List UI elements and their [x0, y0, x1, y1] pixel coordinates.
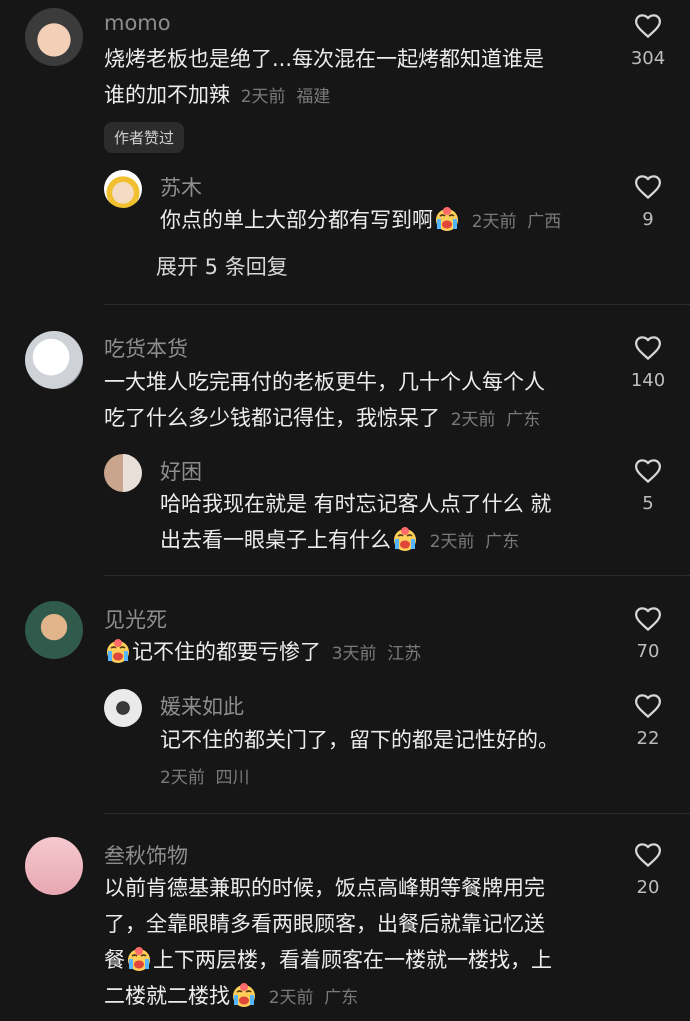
like-count: 20 — [636, 877, 660, 898]
like-count: 5 — [642, 493, 654, 514]
reply-time: 2天前 — [471, 212, 517, 232]
comment-text-line: 餐 — [104, 948, 125, 972]
heart-icon — [633, 456, 663, 486]
heart-icon — [633, 604, 663, 634]
like-button[interactable]: 140 — [618, 333, 678, 391]
avatar[interactable] — [25, 601, 83, 659]
like-button[interactable]: 5 — [618, 456, 678, 514]
comment-text[interactable]: 以前肯德基兼职的时候，饭点高峰期等餐牌用完 了，全靠眼睛多看两眼顾客，出餐后就靠… — [104, 870, 552, 1016]
avatar[interactable] — [25, 331, 83, 389]
comment-region: 广东 — [324, 988, 359, 1008]
avatar[interactable] — [25, 8, 83, 66]
reply-meta: 2天前 四川 — [160, 758, 250, 796]
like-count: 22 — [636, 728, 660, 749]
like-count: 140 — [630, 370, 666, 391]
comment-username[interactable]: 见光死 — [104, 604, 167, 634]
comment-text-line: 烧烤老板也是绝了...每次混在一起烤都知道谁是 — [104, 47, 545, 71]
comment-username[interactable]: 叁秋饰物 — [104, 840, 188, 870]
comment-text-line: 以前肯德基兼职的时候，饭点高峰期等餐牌用完 — [104, 876, 545, 900]
like-count: 9 — [642, 209, 654, 230]
comment-text[interactable]: 记不住的都要亏惨了 3天前 江苏 — [104, 634, 421, 672]
comment-text-line: 二楼就二楼找 — [104, 984, 230, 1008]
reply-text[interactable]: 记不住的都关门了，留下的都是记性好的。 — [160, 722, 559, 758]
comment-text[interactable]: 一大堆人吃完再付的老板更牛，几十个人每个人 吃了什么多少钱都记得住，我惊呆了 2… — [104, 364, 545, 438]
comment-text-line: 一大堆人吃完再付的老板更牛，几十个人每个人 — [104, 370, 545, 394]
like-button[interactable]: 304 — [618, 11, 678, 69]
like-button[interactable]: 70 — [618, 604, 678, 662]
avatar[interactable] — [25, 837, 83, 895]
reply-username[interactable]: 好困 — [160, 456, 202, 486]
reply-text-line: 你点的单上大部分都有写到啊 — [160, 208, 433, 232]
crying-emoji-icon — [105, 638, 131, 664]
divider — [104, 304, 690, 305]
reply-time: 2天前 — [429, 532, 475, 552]
comment-text[interactable]: 烧烤老板也是绝了...每次混在一起烤都知道谁是 谁的加不加辣 2天前 福建 — [104, 41, 544, 115]
comment-text-line: 了，全靠眼睛多看两眼顾客，出餐后就靠记忆送 — [104, 912, 545, 936]
like-count: 70 — [636, 641, 660, 662]
author-liked-badge: 作者赞过 — [104, 122, 185, 153]
reply-region: 广西 — [527, 212, 562, 232]
comment-time: 2天前 — [268, 988, 314, 1008]
like-button[interactable]: 22 — [618, 691, 678, 749]
like-count: 304 — [630, 48, 666, 69]
divider — [104, 575, 690, 576]
reply-username[interactable]: 苏木 — [160, 172, 202, 202]
reply-text[interactable]: 哈哈我现在就是 有时忘记客人点了什么 就 出去看一眼桌子上有什么 2天前 广东 — [160, 486, 551, 560]
avatar[interactable] — [104, 454, 142, 492]
heart-icon — [633, 840, 663, 870]
expand-replies-link[interactable]: 展开 5 条回复 — [156, 251, 288, 281]
reply-text-line: 哈哈我现在就是 有时忘记客人点了什么 就 — [160, 492, 552, 516]
crying-emoji-icon — [392, 526, 418, 552]
crying-emoji-icon — [231, 982, 257, 1008]
comment-username[interactable]: 吃货本货 — [104, 333, 188, 363]
like-button[interactable]: 9 — [618, 172, 678, 230]
heart-icon — [633, 333, 663, 363]
reply-text-line: 出去看一眼桌子上有什么 — [160, 528, 391, 552]
heart-icon — [633, 11, 663, 41]
comment-text-line: 记不住的都要亏惨了 — [132, 640, 321, 664]
comment-time: 2天前 — [240, 87, 286, 107]
reply-region: 广东 — [485, 532, 520, 552]
comment-region: 福建 — [296, 87, 331, 107]
comment-region: 广东 — [506, 410, 541, 430]
reply-text-line: 记不住的都关门了，留下的都是记性好的。 — [160, 728, 559, 752]
like-button[interactable]: 20 — [618, 840, 678, 898]
heart-icon — [633, 691, 663, 721]
crying-emoji-icon — [434, 206, 460, 232]
divider — [104, 813, 690, 814]
avatar[interactable] — [104, 170, 142, 208]
reply-region: 四川 — [215, 768, 250, 788]
avatar[interactable] — [104, 689, 142, 727]
comment-time: 3天前 — [331, 644, 377, 664]
comment-text-line: 谁的加不加辣 — [104, 83, 230, 107]
comment-username[interactable]: momo — [104, 11, 171, 35]
comment-region: 江苏 — [387, 644, 422, 664]
comment-time: 2天前 — [450, 410, 496, 430]
reply-username[interactable]: 媛来如此 — [160, 691, 244, 721]
comment-text-line: 吃了什么多少钱都记得住，我惊呆了 — [104, 406, 440, 430]
heart-icon — [633, 172, 663, 202]
reply-time: 2天前 — [160, 768, 205, 788]
comment-text-line: 上下两层楼，看着顾客在一楼就一楼找，上 — [153, 948, 552, 972]
reply-text[interactable]: 你点的单上大部分都有写到啊 2天前 广西 — [160, 202, 561, 240]
crying-emoji-icon — [126, 946, 152, 972]
